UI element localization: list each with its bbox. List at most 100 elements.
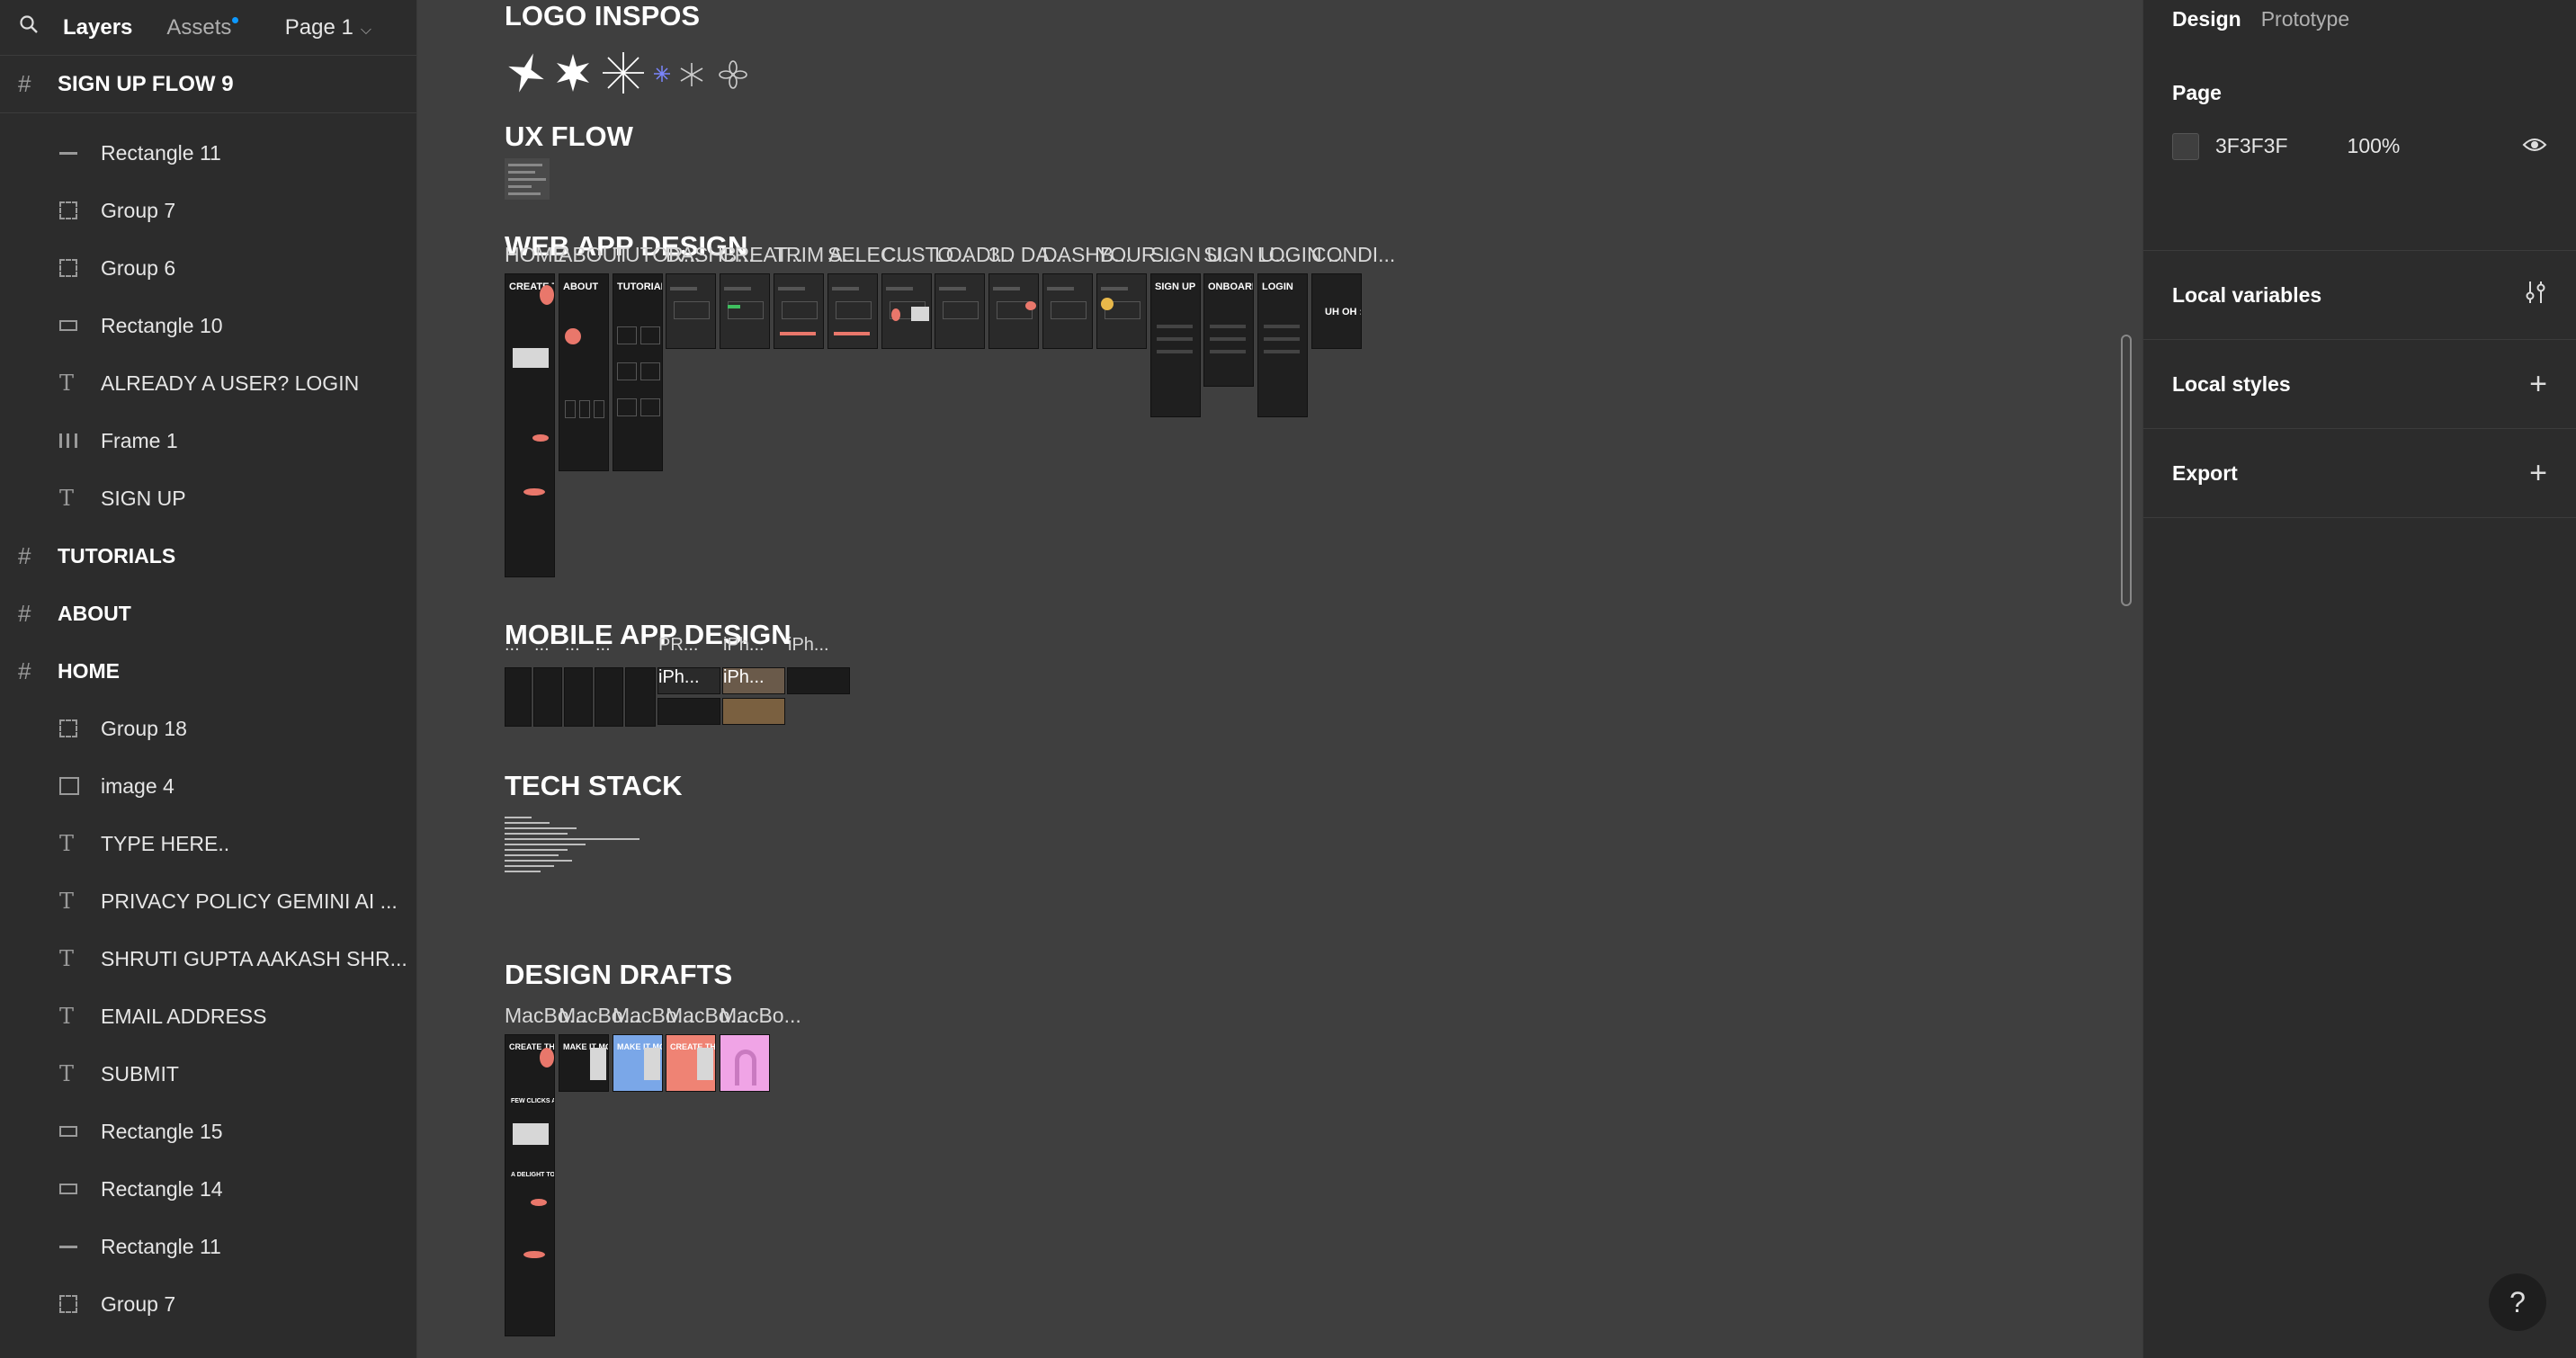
mobile-frame-thumbnail[interactable] (722, 698, 785, 725)
layer-frame-row[interactable]: # HOME (0, 642, 416, 700)
layer-row[interactable]: T TYPE HERE.. (0, 815, 416, 872)
web-frame-thumbnail[interactable] (774, 273, 824, 349)
layer-row[interactable]: T EMAIL ADDRESS (0, 987, 416, 1045)
layer-row[interactable]: T SUBMIT (0, 1045, 416, 1103)
web-frame-thumbnail[interactable] (1096, 273, 1147, 349)
mobile-frame-label[interactable]: iPh... (788, 635, 829, 656)
web-frame-thumbnail[interactable]: LOGIN (1257, 273, 1308, 417)
star-4point-icon[interactable] (505, 50, 547, 95)
export-section[interactable]: Export + (2143, 428, 2576, 518)
flower-outline-icon[interactable] (718, 59, 748, 90)
page-color-hex[interactable]: 3F3F3F (2215, 134, 2288, 158)
mobile-frame-thumbnail[interactable] (595, 667, 623, 727)
layer-row[interactable]: Rectangle 11 (0, 124, 416, 182)
ui-bar (670, 287, 697, 290)
mobile-frame-thumbnail[interactable] (505, 667, 532, 727)
layer-row[interactable]: T PRIVACY POLICY GEMINI AI ... (0, 872, 416, 930)
mobile-frame-thumbnail[interactable] (657, 698, 720, 725)
web-frame-thumbnail[interactable]: SIGN UP (1150, 273, 1201, 417)
mobile-frame-label[interactable]: ... (505, 635, 520, 656)
help-button[interactable]: ? (2489, 1273, 2546, 1331)
sparkle-small-icon[interactable] (653, 65, 671, 83)
layer-row[interactable]: Rectangle 10 (0, 297, 416, 354)
layer-row[interactable]: Rectangle 15 (0, 1103, 416, 1160)
mobile-frame-thumbnail[interactable] (533, 667, 562, 727)
section-ux-flow[interactable]: UX FLOW (505, 121, 633, 153)
section-logo-inspos[interactable]: LOGO INSPOS (505, 0, 700, 32)
web-frame-thumbnail[interactable]: ABOUT (559, 273, 609, 471)
mobile-frame-label[interactable]: iPh... (723, 635, 765, 656)
draft-frame-thumbnail[interactable]: MAKE IT MOVE. (559, 1034, 609, 1092)
layer-row[interactable]: Group 18 (0, 700, 416, 757)
layer-row[interactable]: Group 7 (0, 1275, 416, 1333)
asterisk-outline-icon[interactable] (678, 61, 705, 88)
local-styles-row[interactable]: Local styles + (2172, 340, 2547, 428)
web-frame-thumbnail[interactable] (666, 273, 716, 349)
canvas-scrollbar[interactable] (2121, 335, 2132, 606)
mobile-frame-thumbnail[interactable] (787, 667, 850, 694)
tab-prototype[interactable]: Prototype (2261, 7, 2349, 38)
layer-row[interactable]: T SIGN UP (0, 469, 416, 527)
web-frame-thumbnail[interactable] (881, 273, 932, 349)
current-frame-row[interactable]: # SIGN UP FLOW 9 (0, 56, 416, 113)
web-frame-thumbnail[interactable] (988, 273, 1039, 349)
mobile-frame-label[interactable]: ... (534, 635, 550, 656)
design-canvas[interactable]: LOGO INSPOS UX FLOW WEB APP DESIGN HOME C… (417, 0, 2142, 1358)
plus-icon[interactable]: + (2529, 367, 2547, 402)
web-frame-thumbnail[interactable]: ONBOARDING (1203, 273, 1254, 387)
web-frame-thumbnail[interactable]: CREATE THE BEAT. (505, 273, 555, 577)
layer-row[interactable]: Group 7 (0, 182, 416, 239)
draft-frame-label[interactable]: MacBo... (720, 1004, 801, 1028)
draft-frame-thumbnail[interactable]: MAKE IT MOVE. (613, 1034, 663, 1092)
draft-frame-thumbnail[interactable]: CREATE THE BEAT.FEW CLICKS AND IT'S DONE… (505, 1034, 555, 1336)
web-frame-thumbnail[interactable] (827, 273, 878, 349)
web-frame-thumbnail[interactable] (1042, 273, 1093, 349)
input-field (1264, 350, 1300, 353)
web-frame-thumbnail[interactable] (720, 273, 770, 349)
tab-design[interactable]: Design (2172, 7, 2241, 38)
tech-line (505, 827, 577, 829)
section-design-drafts[interactable]: DESIGN DRAFTS (505, 959, 732, 991)
web-frame-thumbnail[interactable] (935, 273, 985, 349)
eye-icon[interactable] (2522, 132, 2547, 160)
layer-row[interactable]: T ALREADY A USER? LOGIN (0, 354, 416, 412)
content-panel (674, 301, 710, 319)
sliders-icon[interactable] (2524, 280, 2547, 311)
mobile-frame-label[interactable]: ... (595, 635, 611, 656)
tab-assets[interactable]: Assets (166, 15, 239, 40)
mobile-frame-label[interactable]: ... (565, 635, 580, 656)
search-icon[interactable] (18, 13, 45, 41)
star-6point-icon[interactable] (552, 52, 594, 94)
page-color-swatch[interactable] (2172, 132, 2199, 160)
section-tech-stack[interactable]: TECH STACK (505, 770, 682, 802)
layer-row[interactable]: Frame 1 (0, 412, 416, 469)
export-row[interactable]: Export + (2172, 429, 2547, 517)
star-8point-outline-icon[interactable] (601, 50, 646, 95)
mobile-frame-label[interactable]: PR... (658, 635, 698, 656)
plus-icon[interactable]: + (2529, 456, 2547, 491)
ux-flow-diagram[interactable] (505, 158, 550, 200)
local-styles-section[interactable]: Local styles + (2143, 339, 2576, 428)
web-frame-thumbnail[interactable]: UH OH :( (1311, 273, 1362, 349)
layer-frame-row[interactable]: # ABOUT (0, 585, 416, 642)
draft-frame-thumbnail[interactable]: CREATE THE BEAT. (666, 1034, 716, 1092)
input-field (1264, 325, 1300, 328)
tab-layers[interactable]: Layers (63, 15, 132, 40)
ux-flow-line (508, 192, 541, 195)
layer-frame-row[interactable]: # TUTORIALS (0, 527, 416, 585)
layer-row[interactable]: Rectangle 11 (0, 1218, 416, 1275)
local-variables-row[interactable]: Local variables (2172, 251, 2547, 339)
mobile-frame-thumbnail[interactable] (564, 667, 593, 727)
draft-frame-thumbnail[interactable] (720, 1034, 770, 1092)
web-frame-label[interactable]: HOME (505, 243, 567, 267)
page-selector[interactable]: Page 1 ⌵ (285, 15, 371, 40)
layer-row[interactable]: Rectangle 14 (0, 1160, 416, 1218)
layer-row[interactable]: T SHRUTI GUPTA AAKASH SHR... (0, 930, 416, 987)
layer-row[interactable]: Group 6 (0, 239, 416, 297)
layer-row[interactable]: image 4 (0, 757, 416, 815)
local-variables-section[interactable]: Local variables (2143, 250, 2576, 339)
page-opacity[interactable]: 100% (2348, 134, 2401, 158)
web-frame-thumbnail[interactable]: TUTORIALS (613, 273, 663, 471)
mobile-frame-thumbnail[interactable] (625, 667, 656, 727)
web-frame-label[interactable]: CONDI... (1311, 243, 1395, 267)
